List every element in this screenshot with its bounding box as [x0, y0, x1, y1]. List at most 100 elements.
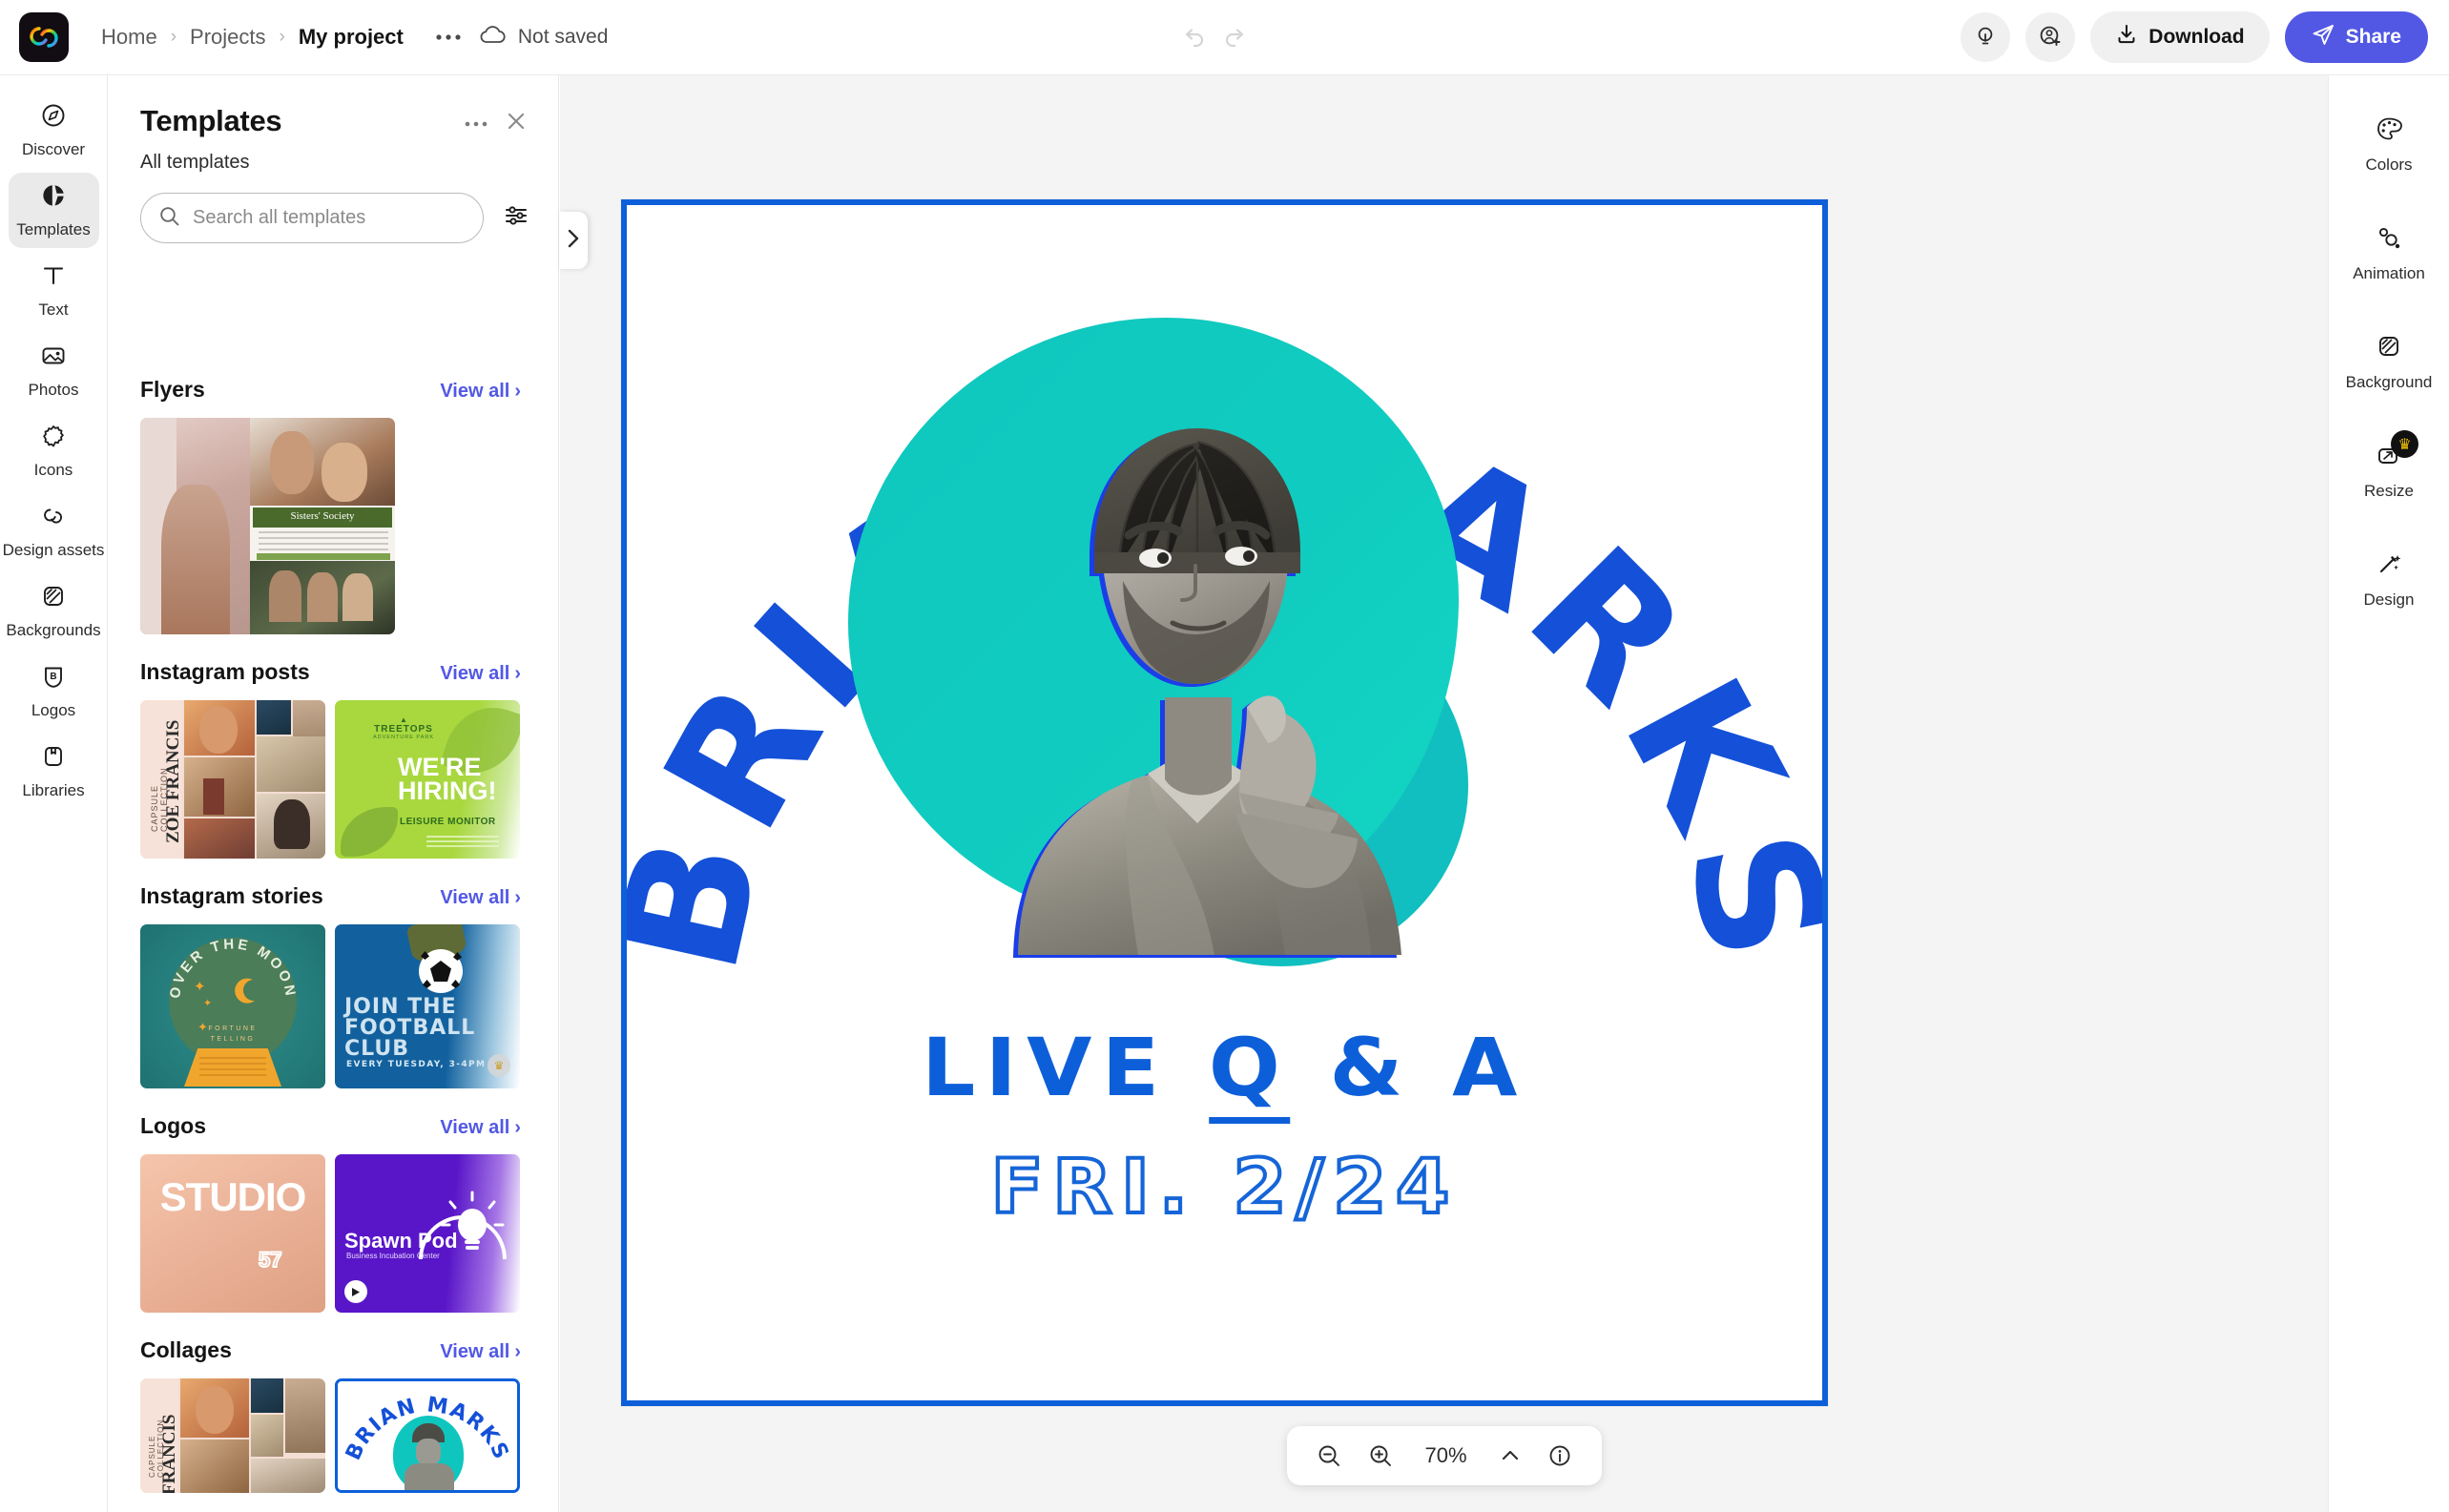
panel-title: Templates: [140, 104, 282, 137]
expand-panel-button[interactable]: [559, 212, 588, 269]
sidebar-label: Backgrounds: [6, 621, 101, 639]
view-all-collages-link[interactable]: View all ›: [440, 1341, 521, 1363]
zoom-toolbar: 70%: [1286, 1426, 1602, 1485]
right-sidebar-item-background[interactable]: Background: [2336, 314, 2441, 409]
section-title: Flyers: [140, 377, 205, 402]
template-brand-sub: ADVENTURE PARK: [372, 735, 435, 740]
hints-button[interactable]: [1961, 12, 2011, 62]
section-title: Collages: [140, 1337, 232, 1362]
chevron-right-icon: ›: [514, 663, 521, 684]
info-icon[interactable]: [1546, 1442, 1573, 1469]
zoom-in-icon[interactable]: [1367, 1442, 1394, 1469]
section-title: Instagram stories: [140, 883, 323, 908]
brand-icon: B: [39, 662, 68, 695]
filter-sliders-icon[interactable]: [503, 202, 529, 234]
play-video-icon: [344, 1280, 367, 1303]
canvas-area[interactable]: BRIAN MARKS: [560, 75, 2328, 1512]
template-card-sisters-society[interactable]: Sisters' Society: [140, 418, 395, 634]
chevron-right-icon: ›: [514, 381, 521, 402]
sidebar-item-discover[interactable]: Discover: [9, 93, 99, 168]
top-bar: Home › Projects › My project Not saved D…: [0, 0, 2449, 75]
chevron-right-icon: ›: [514, 887, 521, 908]
template-subtitle: LEISURE MONITOR: [400, 817, 496, 827]
close-icon[interactable]: [505, 110, 528, 137]
sidebar-label: Logos: [31, 701, 76, 719]
template-card-over-the-moon[interactable]: OVER THE MOON ✦ ✦ ✦ FORTUNE TELLING: [140, 924, 325, 1088]
search-row: [108, 174, 558, 243]
search-box[interactable]: [140, 193, 484, 243]
right-sidebar-item-resize[interactable]: ♛ Resize: [2336, 423, 2441, 518]
zoom-out-icon[interactable]: [1316, 1442, 1342, 1469]
chevron-right-icon: [566, 228, 581, 254]
design-content: BRIAN MARKS: [627, 205, 1822, 1400]
right-sidebar-item-animation[interactable]: Animation: [2336, 205, 2441, 300]
view-all-instagram-posts-link[interactable]: View all ›: [440, 663, 521, 685]
templates-scroll-area[interactable]: Flyers View all › Sisters' Society Insta…: [108, 352, 558, 1512]
premium-crown-badge: ♛: [488, 1054, 510, 1077]
view-all-logos-link[interactable]: View all ›: [440, 1117, 521, 1139]
right-sidebar-item-design[interactable]: Design: [2336, 531, 2441, 627]
right-sidebar-item-colors[interactable]: Colors: [2336, 96, 2441, 192]
thumb-row-logos: STUDIO 57 Spawn Pod Business Incubation …: [140, 1154, 558, 1313]
view-all-flyers-link[interactable]: View all ›: [440, 381, 521, 403]
template-card-studio-57[interactable]: STUDIO 57: [140, 1154, 325, 1313]
thumb-row-instagram-stories: OVER THE MOON ✦ ✦ ✦ FORTUNE TELLING: [140, 924, 558, 1088]
right-sidebar: Colors Animation Background ♛ Resize Des…: [2328, 75, 2449, 1512]
template-card-zoe-francis-collage[interactable]: CAPSULE COLLECTION FRANCIS: [140, 1378, 325, 1493]
template-subtitle: 57: [258, 1247, 283, 1273]
template-title: Spawn Pod: [344, 1229, 458, 1253]
breadcrumb-separator-icon: ›: [170, 27, 177, 47]
palette-icon: [2375, 114, 2403, 148]
templates-panel: Templates All templates Search all templ…: [108, 75, 559, 1512]
template-title: WE'RE HIRING!: [398, 753, 497, 805]
sidebar-item-icons[interactable]: Icons: [9, 413, 99, 488]
redo-icon[interactable]: [1222, 23, 1251, 52]
sidebar-item-backgrounds[interactable]: Backgrounds: [6, 573, 101, 649]
zoom-level-value[interactable]: 70%: [1419, 1443, 1474, 1468]
sidebar-item-libraries[interactable]: Libraries: [9, 734, 99, 809]
animation-icon: [2375, 223, 2403, 257]
sidebar-item-text[interactable]: Text: [9, 253, 99, 328]
share-button[interactable]: Share: [2284, 11, 2428, 63]
right-sidebar-label: Animation: [2353, 263, 2425, 282]
breadcrumb-item-projects[interactable]: Projects: [184, 25, 271, 50]
section-title: Logos: [140, 1113, 206, 1138]
undo-icon[interactable]: [1178, 23, 1207, 52]
template-card-treetops-hiring[interactable]: ▲ TREETOPS ADVENTURE PARK WE'RE HIRING! …: [335, 700, 520, 859]
sidebar-item-logos[interactable]: B Logos: [9, 653, 99, 729]
panel-more-options-button[interactable]: [465, 115, 488, 133]
section-header-flyers: Flyers View all ›: [140, 377, 558, 403]
section-header-instagram-stories: Instagram stories View all ›: [140, 883, 558, 909]
invite-collaborator-button[interactable]: [2025, 12, 2076, 62]
sidebar-item-design-assets[interactable]: Design assets: [3, 493, 104, 569]
template-card-zoe-francis[interactable]: CAPSULE COLLECTION ZOE FRANCIS: [140, 700, 325, 859]
template-card-brian-marks-collage[interactable]: BRIAN MARKS: [335, 1378, 520, 1493]
search-input[interactable]: [193, 207, 466, 229]
thumb-row-flyers: Sisters' Society: [140, 418, 558, 634]
project-more-options-button[interactable]: [430, 19, 467, 55]
right-sidebar-label: Design: [2363, 590, 2415, 609]
headline-live-q-a: LIVE Q & A: [627, 1021, 1822, 1124]
sidebar-label: Templates: [16, 220, 91, 238]
sidebar-item-templates[interactable]: Templates: [8, 173, 99, 248]
template-card-spawn-pod[interactable]: Spawn Pod Business Incubation Center: [335, 1154, 520, 1313]
templates-icon: [39, 181, 68, 215]
template-subtitle: Business Incubation Center: [346, 1252, 440, 1260]
breadcrumb-item-current-project[interactable]: My project: [293, 25, 409, 50]
headline-part-underlined: Q: [1208, 1021, 1291, 1124]
template-card-football-club[interactable]: JOIN THE FOOTBALL CLUB EVERY TUESDAY, 3-…: [335, 924, 520, 1088]
artboard[interactable]: BRIAN MARKS: [621, 199, 1828, 1406]
download-button[interactable]: Download: [2090, 11, 2270, 63]
breadcrumb-item-home[interactable]: Home: [95, 25, 163, 50]
view-all-instagram-stories-link[interactable]: View all ›: [440, 887, 521, 909]
panel-subtitle: All templates: [140, 152, 250, 173]
backgrounds-icon: [39, 582, 68, 615]
sidebar-item-photos[interactable]: Photos: [9, 333, 99, 408]
crown-icon: ♛: [2391, 430, 2418, 458]
library-icon: [39, 742, 68, 776]
section-header-instagram-posts: Instagram posts View all ›: [140, 659, 558, 685]
share-button-label: Share: [2345, 26, 2401, 48]
adobe-express-logo[interactable]: [19, 12, 69, 62]
view-all-label: View all: [440, 663, 510, 684]
chevron-up-icon[interactable]: [1499, 1444, 1522, 1467]
